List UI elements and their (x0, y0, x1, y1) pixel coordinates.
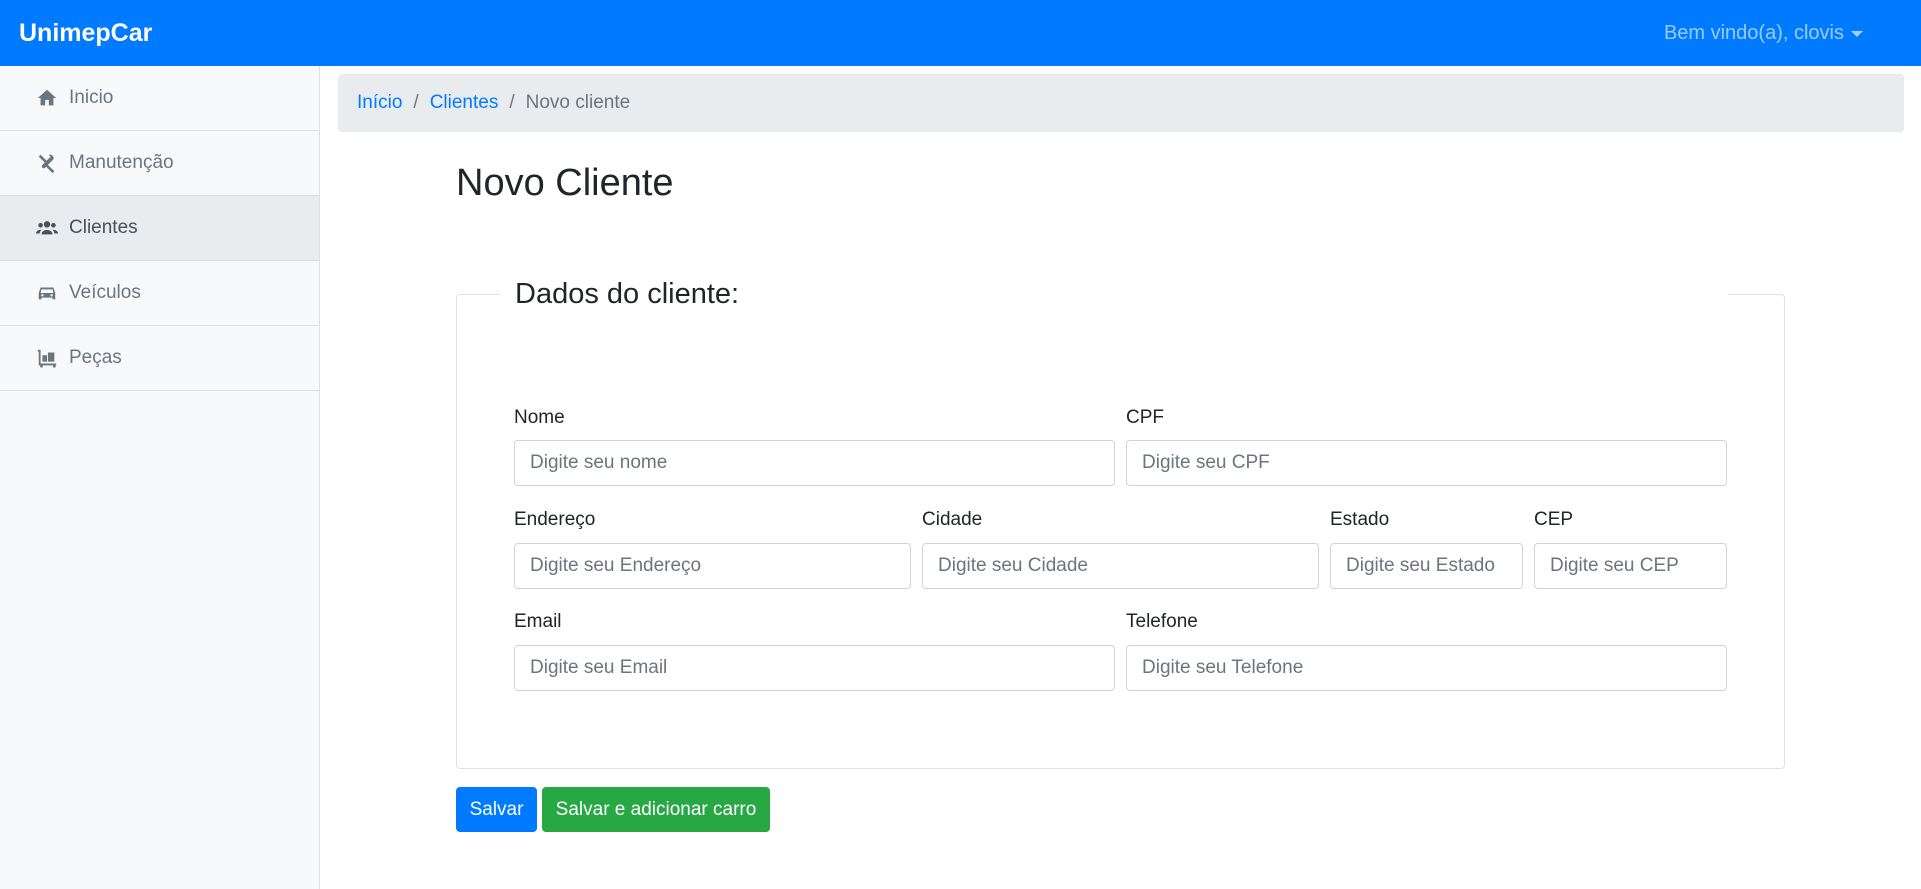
save-button[interactable]: Salvar (456, 787, 537, 832)
user-menu-label: Bem vindo(a), clovis (1663, 22, 1844, 44)
breadcrumb-separator: / (413, 92, 419, 113)
caret-down-icon (1851, 30, 1863, 37)
sidebar-item-pecas[interactable]: Peças (0, 326, 319, 391)
email-label: Email (514, 611, 562, 632)
sidebar-item-label: Peças (69, 347, 122, 368)
save-and-add-car-button[interactable]: Salvar e adicionar carro (542, 787, 770, 832)
telefone-input[interactable] (1126, 645, 1727, 691)
cidade-input[interactable] (922, 543, 1319, 589)
client-form-fieldset (456, 294, 1785, 769)
cep-label: CEP (1534, 509, 1574, 530)
breadcrumb-separator: / (509, 92, 515, 113)
estado-input[interactable] (1330, 543, 1523, 589)
nome-label: Nome (514, 407, 565, 428)
sidebar: Inicio Manutenção Clientes Veículos Peça… (0, 66, 320, 889)
endereco-label: Endereço (514, 509, 596, 530)
brand-logo[interactable]: UnimepCar (19, 19, 152, 48)
breadcrumb-link-clientes[interactable]: Clientes (430, 92, 499, 114)
breadcrumb-link-inicio[interactable]: Início (357, 92, 402, 114)
sidebar-item-veiculos[interactable]: Veículos (0, 261, 319, 326)
cidade-label: Cidade (922, 509, 983, 530)
sidebar-item-label: Veículos (69, 282, 141, 303)
sidebar-item-label: Inicio (69, 87, 114, 108)
email-input[interactable] (514, 645, 1115, 691)
breadcrumb-current: Novo cliente (525, 92, 631, 113)
users-icon (35, 216, 59, 240)
sidebar-item-label: Clientes (69, 217, 138, 238)
dolly-icon (35, 346, 59, 370)
tools-icon (35, 151, 59, 175)
endereco-input[interactable] (514, 543, 911, 589)
sidebar-item-clientes[interactable]: Clientes (0, 196, 319, 261)
form-legend: Dados do cliente: (507, 278, 748, 311)
user-menu-dropdown[interactable]: Bem vindo(a), clovis (1664, 22, 1863, 45)
telefone-label: Telefone (1126, 611, 1198, 632)
breadcrumb: Início / Clientes / Novo cliente (338, 74, 1904, 132)
sidebar-item-inicio[interactable]: Inicio (0, 66, 319, 131)
cpf-label: CPF (1126, 407, 1164, 428)
nome-input[interactable] (514, 440, 1115, 486)
sidebar-item-manutencao[interactable]: Manutenção (0, 131, 319, 196)
top-navbar: UnimepCar Bem vindo(a), clovis (0, 0, 1921, 66)
sidebar-item-label: Manutenção (69, 152, 174, 173)
cep-input[interactable] (1534, 543, 1727, 589)
home-icon (35, 86, 59, 110)
car-icon (35, 281, 59, 305)
estado-label: Estado (1330, 509, 1390, 530)
cpf-input[interactable] (1126, 440, 1727, 486)
page-title: Novo Cliente (456, 162, 674, 204)
